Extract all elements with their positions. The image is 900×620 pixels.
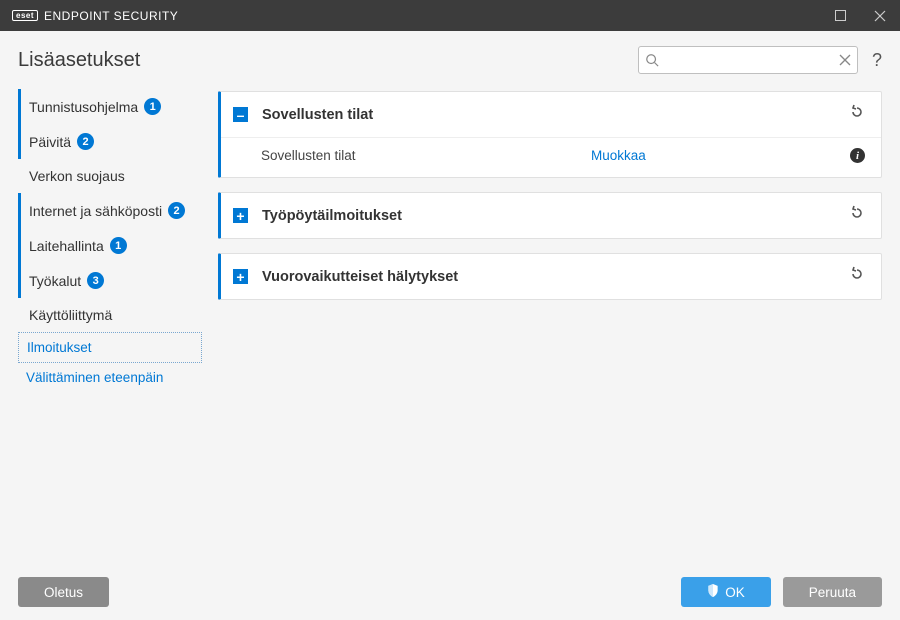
info-icon[interactable]: i [850, 148, 865, 163]
collapse-icon[interactable]: – [233, 107, 248, 122]
expand-icon[interactable]: + [233, 269, 248, 284]
maximize-button[interactable] [820, 0, 860, 31]
sidebar-item-label: Työkalut [29, 273, 81, 289]
sidebar-item-label: Internet ja sähköposti [29, 203, 162, 219]
edit-link[interactable]: Muokkaa [591, 148, 850, 163]
ok-button[interactable]: OK [681, 577, 771, 607]
sidebar-item-label: Verkon suojaus [29, 168, 125, 184]
sidebar-item-verkon-suojaus[interactable]: Verkon suojaus [18, 159, 202, 193]
help-button[interactable]: ? [872, 50, 882, 71]
default-button[interactable]: Oletus [18, 577, 109, 607]
content: – Sovellusten tilat Sovellusten tilat Mu… [218, 89, 882, 564]
button-label: Oletus [44, 585, 83, 600]
panel-vuorovaikutteiset-halytykset: + Vuorovaikutteiset hälytykset [218, 253, 882, 300]
button-label: Peruuta [809, 585, 856, 600]
revert-icon[interactable] [849, 266, 865, 287]
badge: 2 [77, 133, 94, 150]
close-icon [874, 10, 886, 22]
sidebar-child-label: Välittäminen eteenpäin [26, 370, 163, 385]
badge: 3 [87, 272, 104, 289]
sidebar-child-valittaminen[interactable]: Välittäminen eteenpäin [18, 363, 202, 392]
revert-icon[interactable] [849, 104, 865, 125]
brand-box: eset [12, 10, 38, 21]
search-field[interactable] [638, 46, 858, 74]
panel-tyopoytailmoitukset: + Työpöytäilmoitukset [218, 192, 882, 239]
maximize-icon [835, 10, 846, 21]
footer: Oletus OK Peruuta [0, 564, 900, 620]
panel-row-sovellusten-tilat: Sovellusten tilat Muokkaa i [221, 137, 881, 177]
sidebar-child-ilmoitukset[interactable]: Ilmoitukset [18, 332, 202, 363]
search-input[interactable] [659, 53, 839, 68]
header: Lisäasetukset ? [0, 31, 900, 89]
cancel-button[interactable]: Peruuta [783, 577, 882, 607]
panel-header[interactable]: + Työpöytäilmoitukset [221, 193, 881, 238]
sidebar-item-paivita[interactable]: Päivitä 2 [18, 124, 202, 159]
titlebar: eset ENDPOINT SECURITY [0, 0, 900, 31]
sidebar-item-label: Käyttöliittymä [29, 307, 112, 323]
row-label: Sovellusten tilat [261, 148, 591, 163]
brand-text: ENDPOINT SECURITY [44, 9, 178, 23]
brand: eset ENDPOINT SECURITY [12, 9, 178, 23]
sidebar-child-label: Ilmoitukset [27, 340, 92, 355]
clear-search-icon[interactable] [839, 54, 851, 66]
badge: 1 [144, 98, 161, 115]
panel-title: Vuorovaikutteiset hälytykset [262, 269, 835, 285]
sidebar: Tunnistusohjelma 1 Päivitä 2 Verkon suoj… [18, 89, 218, 564]
sidebar-item-laitehallinta[interactable]: Laitehallinta 1 [18, 228, 202, 263]
sidebar-item-tunnistusohjelma[interactable]: Tunnistusohjelma 1 [18, 89, 202, 124]
sidebar-item-label: Laitehallinta [29, 238, 104, 254]
panel-sovellusten-tilat: – Sovellusten tilat Sovellusten tilat Mu… [218, 91, 882, 178]
panel-title: Työpöytäilmoitukset [262, 208, 835, 224]
close-button[interactable] [860, 0, 900, 31]
sidebar-item-label: Tunnistusohjelma [29, 99, 138, 115]
search-icon [645, 53, 659, 67]
panel-title: Sovellusten tilat [262, 107, 835, 123]
button-label: OK [725, 585, 745, 600]
shield-icon [707, 584, 719, 600]
badge: 2 [168, 202, 185, 219]
body: Tunnistusohjelma 1 Päivitä 2 Verkon suoj… [0, 89, 900, 564]
sidebar-item-tyokalut[interactable]: Työkalut 3 [18, 263, 202, 298]
badge: 1 [110, 237, 127, 254]
window-controls [820, 0, 900, 31]
sidebar-item-kayttoliittyma[interactable]: Käyttöliittymä [18, 298, 202, 332]
sidebar-item-internet-sahkoposti[interactable]: Internet ja sähköposti 2 [18, 193, 202, 228]
revert-icon[interactable] [849, 205, 865, 226]
page-title: Lisäasetukset [18, 49, 140, 72]
panel-header[interactable]: – Sovellusten tilat [221, 92, 881, 137]
expand-icon[interactable]: + [233, 208, 248, 223]
sidebar-item-label: Päivitä [29, 134, 71, 150]
panel-header[interactable]: + Vuorovaikutteiset hälytykset [221, 254, 881, 299]
